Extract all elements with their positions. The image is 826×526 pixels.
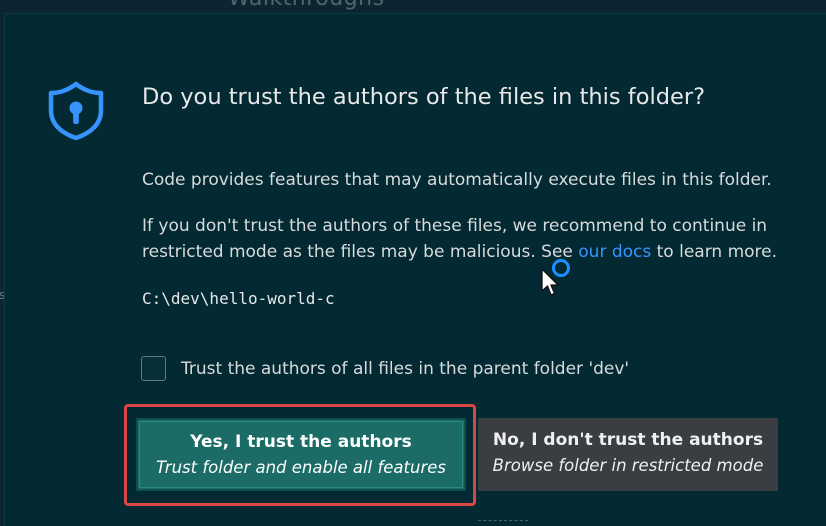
folder-path: C:\dev\hello-world-c — [142, 289, 335, 308]
background-divider — [478, 520, 528, 526]
trust-authors-subtitle: Trust folder and enable all features — [155, 458, 446, 477]
dont-trust-authors-button[interactable]: No, I don't trust the authors Browse fol… — [478, 418, 778, 491]
parent-folder-trust-option[interactable]: Trust the authors of all files in the pa… — [141, 356, 629, 381]
dialog-title: Do you trust the authors of the files in… — [142, 84, 706, 110]
trust-authors-title: Yes, I trust the authors — [190, 432, 412, 452]
dont-trust-authors-subtitle: Browse folder in restricted mode — [492, 456, 764, 475]
parent-folder-trust-label[interactable]: Trust the authors of all files in the pa… — [181, 359, 629, 379]
dont-trust-authors-title: No, I don't trust the authors — [492, 430, 764, 450]
shield-lock-icon — [48, 81, 104, 141]
restricted-mode-description: If you don't trust the authors of these … — [142, 213, 802, 265]
trust-description: Code provides features that may automati… — [142, 170, 772, 190]
trust-authors-button[interactable]: Yes, I trust the authors Trust folder an… — [136, 418, 466, 491]
background-page-title: Walkthroughs — [228, 0, 385, 11]
restricted-mode-text-end: to learn more. — [651, 242, 778, 262]
workspace-trust-screen: Walkthroughs s Do you trust the authors … — [0, 0, 826, 526]
parent-folder-trust-checkbox[interactable] — [141, 356, 166, 381]
docs-link[interactable]: our docs — [578, 242, 651, 262]
mouse-pointer-icon — [541, 268, 559, 296]
